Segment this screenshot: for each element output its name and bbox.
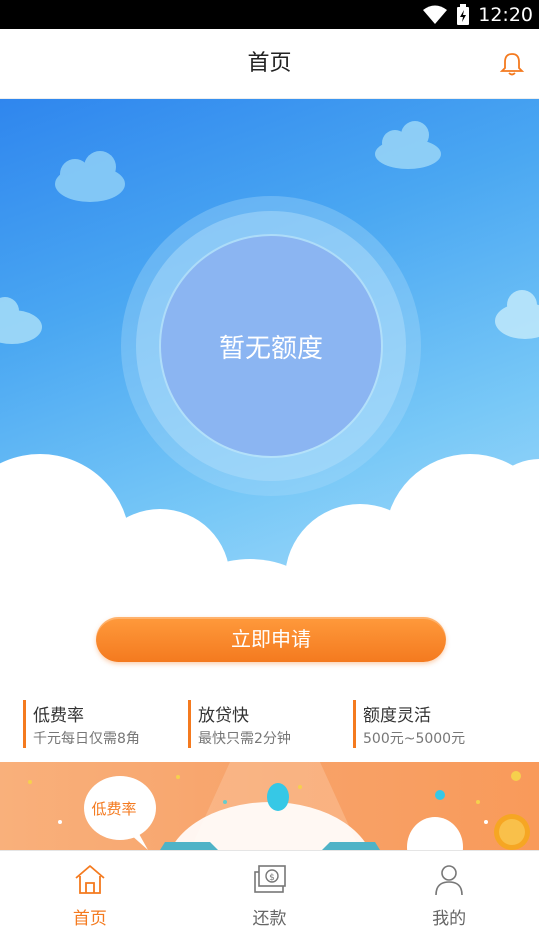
tab-mine[interactable]: 我的 bbox=[359, 851, 539, 930]
feature-title: 放贷快 bbox=[198, 706, 249, 726]
apply-now-button[interactable]: 立即申请 bbox=[96, 617, 446, 662]
tab-home[interactable]: 首页 bbox=[0, 851, 180, 930]
feature-subtitle: 千元每日仅需8角 bbox=[33, 731, 140, 747]
wifi-icon bbox=[423, 5, 448, 24]
page-title: 首页 bbox=[247, 51, 292, 76]
home-icon bbox=[75, 865, 105, 894]
bottom-tab-bar: 首页 $ 还款 我的 bbox=[0, 850, 539, 930]
tab-label: 还款 bbox=[252, 909, 287, 929]
feature-title: 额度灵活 bbox=[363, 706, 431, 726]
feature-item: 低费率 千元每日仅需8角 bbox=[23, 698, 188, 750]
feature-list: 低费率 千元每日仅需8角 放贷快 最快只需2分钟 额度灵活 500元~5000元 bbox=[0, 698, 539, 750]
bell-icon[interactable] bbox=[499, 51, 525, 77]
tab-repayment[interactable]: $ 还款 bbox=[180, 851, 360, 930]
app-header: 首页 bbox=[0, 29, 539, 99]
feature-accent-bar bbox=[23, 700, 26, 748]
promo-banner[interactable]: 低费率 bbox=[0, 762, 539, 850]
svg-text:$: $ bbox=[269, 873, 275, 883]
feature-item: 额度灵活 500元~5000元 bbox=[353, 698, 518, 750]
status-time: 12:20 bbox=[478, 3, 533, 26]
cloud-icon bbox=[55, 151, 125, 202]
tab-label: 我的 bbox=[432, 909, 467, 929]
feature-subtitle: 最快只需2分钟 bbox=[198, 731, 291, 747]
status-bar: 12:20 bbox=[0, 0, 539, 29]
tab-label: 首页 bbox=[72, 909, 107, 929]
cloud-icon bbox=[495, 290, 539, 339]
cloud-icon bbox=[0, 297, 42, 344]
promo-bubble-text: 低费率 bbox=[91, 800, 137, 818]
promo-illustration bbox=[28, 762, 530, 850]
quota-status: 暂无额度 bbox=[218, 333, 323, 364]
feature-accent-bar bbox=[353, 700, 356, 748]
battery-icon bbox=[457, 3, 470, 25]
status-icons: 12:20 bbox=[422, 0, 533, 29]
repayment-icon: $ bbox=[253, 865, 286, 893]
balloon-icon bbox=[267, 783, 289, 811]
feature-item: 放贷快 最快只需2分钟 bbox=[188, 698, 353, 750]
feature-accent-bar bbox=[188, 700, 191, 748]
feature-title: 低费率 bbox=[33, 706, 84, 726]
user-icon bbox=[435, 865, 463, 896]
hero-banner: 暂无额度 bbox=[0, 99, 539, 599]
cloud-icon bbox=[375, 121, 441, 169]
feature-subtitle: 500元~5000元 bbox=[363, 731, 466, 747]
